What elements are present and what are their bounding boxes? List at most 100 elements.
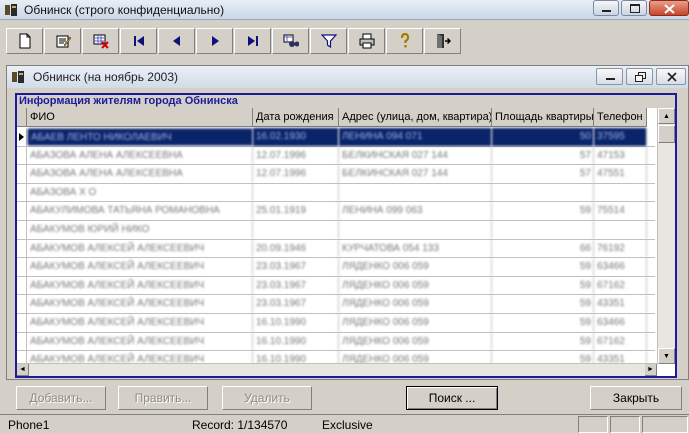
- cell-area[interactable]: 59: [492, 313, 594, 332]
- column-header-phone[interactable]: Телефон: [594, 108, 647, 127]
- cell-address[interactable]: ЛЯДЕНКО 006 059: [339, 313, 492, 332]
- cell-area[interactable]: 66: [492, 239, 594, 258]
- column-header-birth-date[interactable]: Дата рождения: [253, 108, 339, 127]
- child-restore-button[interactable]: [626, 68, 653, 85]
- cell-phone[interactable]: 37595: [594, 128, 647, 146]
- cell-address[interactable]: ЛЯДЕНКО 006 059: [339, 276, 492, 295]
- row-indicator[interactable]: [17, 202, 27, 220]
- data-grid[interactable]: Информация жителям города Обнинска ФИО Д…: [15, 93, 677, 378]
- table-row[interactable]: АБАКУМОВ АЛЕКСЕЙ АЛЕКСЕЕВИЧ 16.10.1990 ЛЯД…: [17, 332, 655, 352]
- cell-phone[interactable]: 76192: [594, 239, 647, 258]
- table-row[interactable]: АБАКУМОВ АЛЕКСЕЙ АЛЕКСЕЕВИЧ 20.09.1946 КУР…: [17, 239, 655, 259]
- cell-area[interactable]: 59: [492, 258, 594, 276]
- cell-fio[interactable]: АБАЕВ ЛЕНТО НИКОЛАЕВИЧ: [27, 128, 253, 146]
- filter-button[interactable]: [310, 28, 347, 54]
- new-button[interactable]: [6, 28, 43, 54]
- cell-fio[interactable]: АБАКУМОВ АЛЕКСЕЙ АЛЕКСЕЕВИЧ: [27, 258, 253, 276]
- table-row[interactable]: АБАЗОВА Х О: [17, 183, 655, 203]
- cell-phone[interactable]: 67162: [594, 332, 647, 351]
- row-indicator[interactable]: [17, 220, 27, 239]
- column-header-area[interactable]: Площадь квартиры: [492, 108, 594, 127]
- cell-area[interactable]: 59: [492, 276, 594, 295]
- cell-area[interactable]: 57: [492, 146, 594, 165]
- cell-birth-date[interactable]: 20.09.1946: [253, 239, 339, 258]
- cell-phone[interactable]: 63466: [594, 313, 647, 332]
- table-row[interactable]: АБАКУЛИМОВА ТАТЬЯНА РОМАНОВНА 25.01.1919 Л…: [17, 202, 655, 221]
- next-record-button[interactable]: [196, 28, 233, 54]
- table-row[interactable]: АБАКУМОВ АЛЕКСЕЙ АЛЕКСЕЕВИЧ 23.03.1967 ЛЯД…: [17, 258, 655, 277]
- cell-phone[interactable]: [594, 220, 647, 239]
- cell-fio[interactable]: АБАЗОВА АЛЕНА АЛЕКСЕЕВНА: [27, 165, 253, 183]
- cell-birth-date[interactable]: [253, 220, 339, 239]
- cell-fio[interactable]: АБАКУЛИМОВА ТАТЬЯНА РОМАНОВНА: [27, 202, 253, 220]
- cell-phone[interactable]: [594, 183, 647, 202]
- cell-area[interactable]: 59: [492, 202, 594, 220]
- cell-address[interactable]: ЛЯДЕНКО 006 059: [339, 258, 492, 276]
- row-indicator[interactable]: [17, 183, 27, 202]
- cell-phone[interactable]: 47551: [594, 165, 647, 183]
- cell-fio[interactable]: АБАКУМОВ АЛЕКСЕЙ АЛЕКСЕЕВИЧ: [27, 313, 253, 332]
- cell-birth-date[interactable]: 23.03.1967: [253, 276, 339, 295]
- cell-fio[interactable]: АБАКУМОВ АЛЕКСЕЙ АЛЕКСЕЕВИЧ: [27, 332, 253, 351]
- table-row[interactable]: АБАКУМОВ АЛЕКСЕЙ АЛЕКСЕЕВИЧ 23.03.1967 ЛЯД…: [17, 295, 655, 314]
- cell-area[interactable]: 57: [492, 165, 594, 183]
- table-row[interactable]: АБАКУМОВ АЛЕКСЕЙ АЛЕКСЕЕВИЧ 16.10.1990 ЛЯД…: [17, 313, 655, 333]
- table-row[interactable]: АБАКУМОВ АЛЕКСЕЙ АЛЕКСЕЕВИЧ 23.03.1967 ЛЯД…: [17, 276, 655, 296]
- vertical-scrollbar[interactable]: ▲ ▼: [657, 108, 675, 364]
- first-record-button[interactable]: [120, 28, 157, 54]
- cell-address[interactable]: ЛЕНИНА 099 063: [339, 202, 492, 220]
- row-indicator[interactable]: [17, 313, 27, 332]
- cell-birth-date[interactable]: 23.03.1967: [253, 258, 339, 276]
- cell-area[interactable]: 59: [492, 295, 594, 313]
- row-indicator[interactable]: [17, 128, 27, 146]
- edit-button[interactable]: [44, 28, 81, 54]
- cell-fio[interactable]: АБАЗОВА АЛЕНА АЛЕКСЕЕВНА: [27, 146, 253, 165]
- scroll-left-arrow[interactable]: ◄: [17, 364, 29, 376]
- row-indicator[interactable]: [17, 276, 27, 295]
- cell-birth-date[interactable]: 25.01.1919: [253, 202, 339, 220]
- cell-phone[interactable]: 75514: [594, 202, 647, 220]
- scroll-up-arrow[interactable]: ▲: [658, 108, 675, 124]
- row-indicator[interactable]: [17, 146, 27, 165]
- cell-birth-date[interactable]: 12.07.1996: [253, 165, 339, 183]
- print-button[interactable]: [348, 28, 385, 54]
- cell-address[interactable]: КУРЧАТОВА 054 133: [339, 239, 492, 258]
- minimize-button[interactable]: [593, 0, 619, 16]
- cell-birth-date[interactable]: 16.02.1930: [253, 128, 339, 146]
- child-close-button[interactable]: [656, 68, 686, 85]
- help-button[interactable]: [386, 28, 423, 54]
- cell-address[interactable]: БЕЛКИНСКАЯ 027 144: [339, 165, 492, 183]
- delete-button[interactable]: [82, 28, 119, 54]
- cell-address[interactable]: БЕЛКИНСКАЯ 027 144: [339, 146, 492, 165]
- cell-area[interactable]: 50: [492, 128, 594, 146]
- child-minimize-button[interactable]: [596, 68, 623, 85]
- cell-phone[interactable]: 47153: [594, 146, 647, 165]
- cell-birth-date[interactable]: [253, 183, 339, 202]
- cell-birth-date[interactable]: 12.07.1996: [253, 146, 339, 165]
- scroll-thumb[interactable]: [658, 125, 675, 143]
- close-button[interactable]: Закрыть: [590, 386, 682, 410]
- cell-address[interactable]: ЛЯДЕНКО 006 059: [339, 295, 492, 313]
- table-row-selected[interactable]: АБАЕВ ЛЕНТО НИКОЛАЕВИЧ 16.02.1930 ЛЕНИНА 0…: [17, 128, 655, 147]
- table-row[interactable]: АБАКУМОВ ЮРИЙ НИКО: [17, 220, 655, 240]
- delete-record-button[interactable]: Удалить: [222, 386, 312, 410]
- table-row[interactable]: АБАЗОВА АЛЕНА АЛЕКСЕЕВНА 12.07.1996 БЕЛКИН…: [17, 146, 655, 166]
- search-dialog-button[interactable]: Поиск ...: [406, 386, 498, 410]
- cell-address[interactable]: [339, 183, 492, 202]
- row-indicator[interactable]: [17, 239, 27, 258]
- cell-fio[interactable]: АБАКУМОВ АЛЕКСЕЙ АЛЕКСЕЕВИЧ: [27, 295, 253, 313]
- cell-address[interactable]: [339, 220, 492, 239]
- cell-birth-date[interactable]: 16.10.1990: [253, 332, 339, 351]
- row-indicator[interactable]: [17, 332, 27, 351]
- row-indicator[interactable]: [17, 295, 27, 313]
- exit-button[interactable]: [424, 28, 461, 54]
- horizontal-scrollbar[interactable]: ◄ ►: [17, 363, 657, 376]
- cell-phone[interactable]: 63466: [594, 258, 647, 276]
- cell-area[interactable]: [492, 183, 594, 202]
- cell-phone[interactable]: 67162: [594, 276, 647, 295]
- cell-phone[interactable]: 43351: [594, 295, 647, 313]
- cell-fio[interactable]: АБАКУМОВ ЮРИЙ НИКО: [27, 220, 253, 239]
- row-indicator[interactable]: [17, 258, 27, 276]
- scroll-right-arrow[interactable]: ►: [645, 364, 657, 376]
- scroll-down-arrow[interactable]: ▼: [658, 348, 675, 364]
